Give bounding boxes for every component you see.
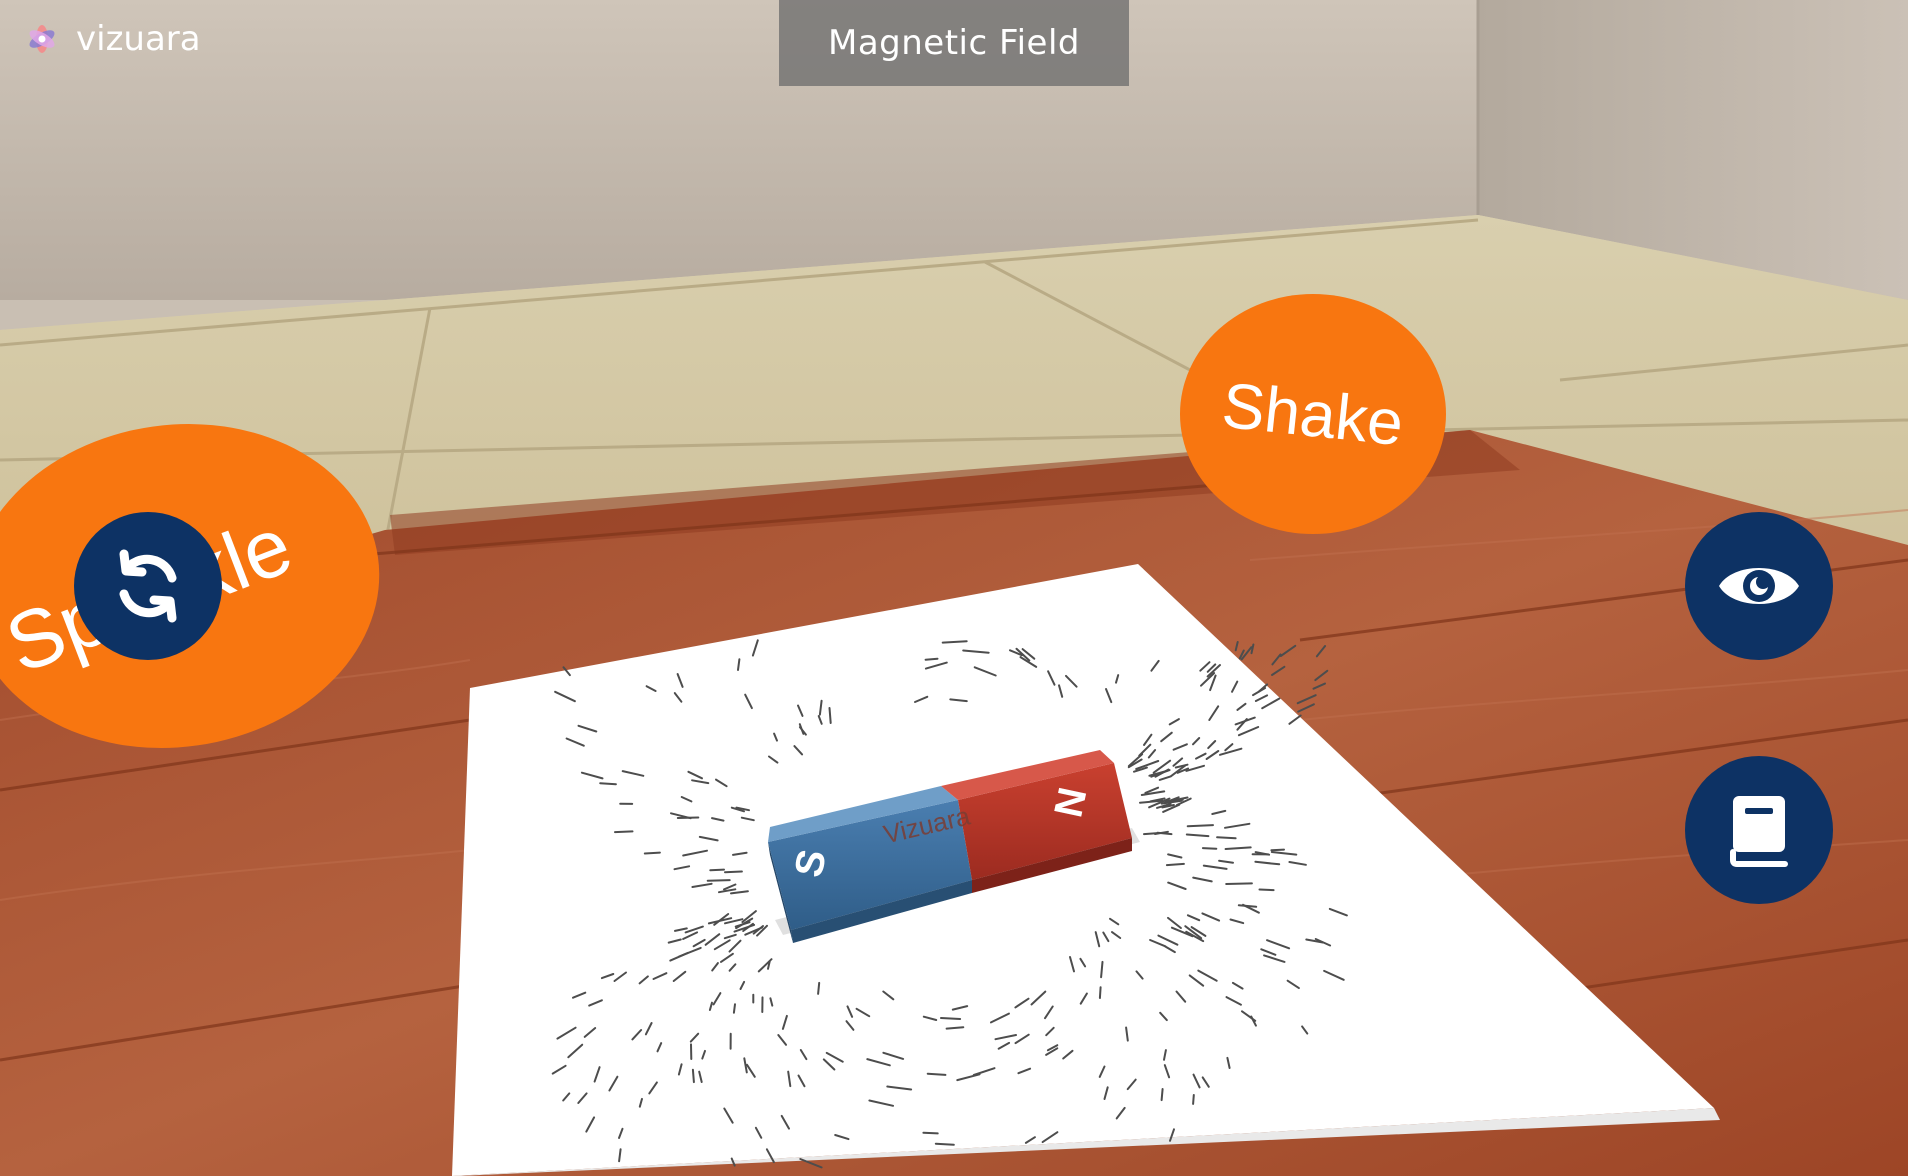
iron-filing	[1192, 1094, 1195, 1105]
iron-filing	[1100, 960, 1104, 979]
iron-filing	[934, 1142, 955, 1146]
iron-filing	[599, 782, 617, 786]
iron-filing	[1186, 824, 1214, 828]
view-button[interactable]	[1685, 512, 1833, 660]
iron-filing	[924, 657, 939, 661]
reset-button[interactable]	[74, 512, 222, 660]
iron-filing	[941, 640, 968, 644]
iron-filing	[737, 658, 741, 671]
iron-filing	[1258, 888, 1275, 892]
iron-filing	[709, 868, 725, 872]
shake-label: Shake	[1218, 368, 1408, 460]
iron-filing	[1165, 862, 1185, 867]
iron-filing	[940, 1017, 962, 1020]
iron-filing	[1270, 848, 1285, 852]
book-button[interactable]	[1685, 756, 1833, 904]
iron-filing	[724, 870, 743, 874]
book-icon	[1730, 796, 1788, 867]
iron-filing	[1098, 986, 1102, 999]
iron-filing	[945, 1026, 965, 1030]
iron-filing	[1225, 882, 1253, 885]
shake-button[interactable]: Shake	[1180, 294, 1446, 534]
page-title: Magnetic Field	[779, 0, 1129, 86]
iron-filing	[1216, 836, 1237, 840]
refresh-icon	[119, 549, 177, 623]
iron-filing	[926, 1072, 947, 1076]
iron-filing	[1156, 831, 1173, 836]
iron-filing	[614, 830, 634, 834]
brand-name: vizuara	[76, 19, 201, 59]
iron-filing	[643, 851, 661, 855]
eye-icon	[1719, 568, 1799, 604]
iron-filing	[828, 707, 832, 724]
iron-filing	[706, 879, 731, 882]
iron-filing	[691, 1068, 695, 1084]
brand-logo: vizuara	[22, 18, 201, 60]
iron-filing	[1201, 847, 1218, 850]
iron-filing	[676, 816, 700, 819]
iron-filing	[1160, 1088, 1164, 1102]
iron-filing	[922, 1131, 939, 1135]
iron-filing	[817, 981, 821, 995]
iron-filing	[732, 1003, 736, 1014]
vizuara-logo-icon	[29, 25, 55, 53]
